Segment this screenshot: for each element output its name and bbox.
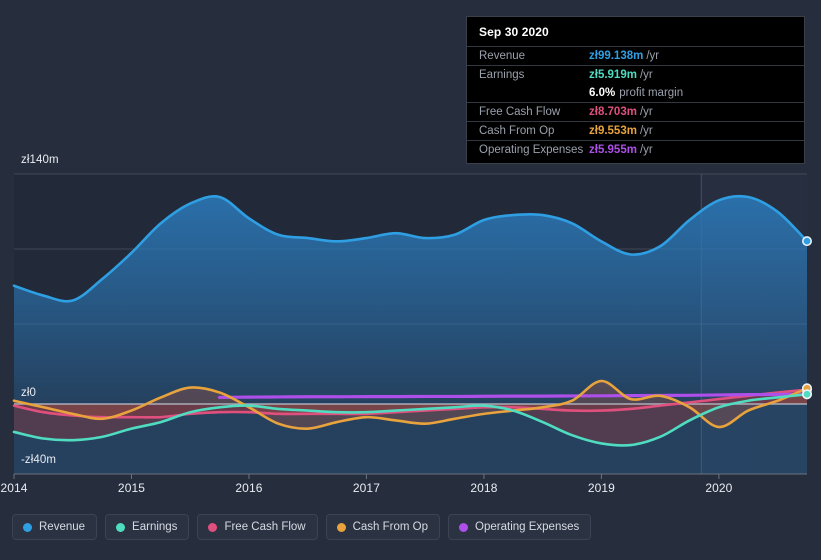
financial-chart-widget: zł140m zł0 -zł40m 2014 2015 2016 2017 2018 20… (0, 0, 821, 560)
legend-item-label: Free Cash Flow (224, 521, 306, 533)
earnings-endpoint-marker (801, 389, 812, 400)
tooltip-row-unit: /yr (639, 125, 653, 137)
x-axis-label-2018: 2018 (470, 481, 498, 495)
tooltip-row-value: zł99.138m (589, 50, 644, 62)
tooltip-row: Free Cash Flow zł8.703m/yr (467, 102, 804, 121)
tooltip-rows: Revenue zł99.138m/yr Earnings zł5.919m/yr 6.… (467, 46, 804, 159)
legend-color-dot-icon (116, 522, 126, 532)
tooltip-row-value: 6.0% (589, 87, 616, 99)
legend-item-free-cash-flow[interactable]: Free Cash Flow (197, 514, 318, 540)
tooltip-row-value-group: zł5.919m/yr (589, 69, 653, 81)
tooltip-date: Sep 30 2020 (479, 25, 549, 39)
y-axis-label-top: zł140m (21, 154, 59, 166)
y-axis-label-bottom: -zł40m (21, 454, 57, 466)
x-axis-label-2020: 2020 (705, 481, 733, 495)
legend-item-earnings[interactable]: Earnings (105, 514, 190, 540)
legend-color-dot-icon (23, 522, 32, 532)
tooltip-row-label: Earnings (479, 69, 525, 81)
legend-item-label: Earnings (132, 521, 178, 533)
tooltip-row: Revenue zł99.138m/yr (467, 46, 804, 65)
revenue-endpoint-marker (801, 236, 812, 247)
tooltip-row: Operating Expenses zł5.955m/yr (467, 140, 804, 159)
tooltip-row-value: zł8.703m (589, 106, 637, 118)
y-axis-label-zero: zł0 (21, 387, 37, 399)
tooltip-row-unit: /yr (639, 69, 653, 81)
legend-color-dot-icon (336, 522, 346, 532)
tooltip-row-value: zł9.553m (589, 125, 637, 137)
tooltip-row-value-group: zł5.955m/yr (589, 144, 653, 156)
legend-color-dot-icon (459, 522, 469, 532)
tooltip-row: Cash From Op zł9.553m/yr (467, 121, 804, 140)
chart-legend[interactable]: Revenue Earnings Free Cash Flow Cash From O… (12, 514, 592, 540)
legend-item-label: Operating Expenses (475, 521, 580, 533)
legend-item-operating-expenses[interactable]: Operating Expenses (448, 514, 592, 540)
x-axis-label-2014: 2014 (0, 481, 28, 495)
legend-item-label: Revenue (39, 521, 86, 533)
tooltip-row-value-group: 6.0% profit margin (589, 87, 683, 99)
x-axis-label-2019: 2019 (587, 481, 615, 495)
tooltip-row-value-group: zł9.553m/yr (589, 125, 653, 137)
legend-color-dot-icon (208, 522, 218, 532)
legend-item-label: Cash From Op (352, 521, 429, 533)
x-axis-label-2015: 2015 (117, 481, 146, 495)
tooltip-row: 6.0% profit margin (467, 84, 804, 102)
tooltip-row-label: Free Cash Flow (479, 106, 561, 118)
tooltip-row-value: zł5.955m (589, 144, 637, 156)
tooltip-row: Earnings zł5.919m/yr (467, 65, 804, 84)
tooltip-row-label: Operating Expenses (479, 144, 584, 156)
tooltip-row-sublabel: profit margin (619, 87, 684, 99)
x-axis-label-2017: 2017 (352, 481, 380, 495)
x-axis-label-2016: 2016 (235, 481, 263, 495)
tooltip-row-unit: /yr (639, 144, 653, 156)
tooltip-row-value: zł5.919m (589, 69, 637, 81)
tooltip-row-label: Cash From Op (479, 125, 555, 137)
data-tooltip: Sep 30 2020 Revenue zł99.138m/yr Earnings z… (466, 16, 805, 164)
tooltip-row-unit: /yr (639, 106, 653, 118)
legend-item-revenue[interactable]: Revenue (12, 514, 98, 540)
tooltip-row-value-group: zł99.138m/yr (589, 50, 659, 62)
tooltip-row-unit: /yr (646, 50, 660, 62)
tooltip-row-value-group: zł8.703m/yr (589, 106, 653, 118)
tooltip-row-label: Revenue (479, 50, 526, 62)
legend-item-cash-from-op[interactable]: Cash From Op (325, 514, 441, 540)
